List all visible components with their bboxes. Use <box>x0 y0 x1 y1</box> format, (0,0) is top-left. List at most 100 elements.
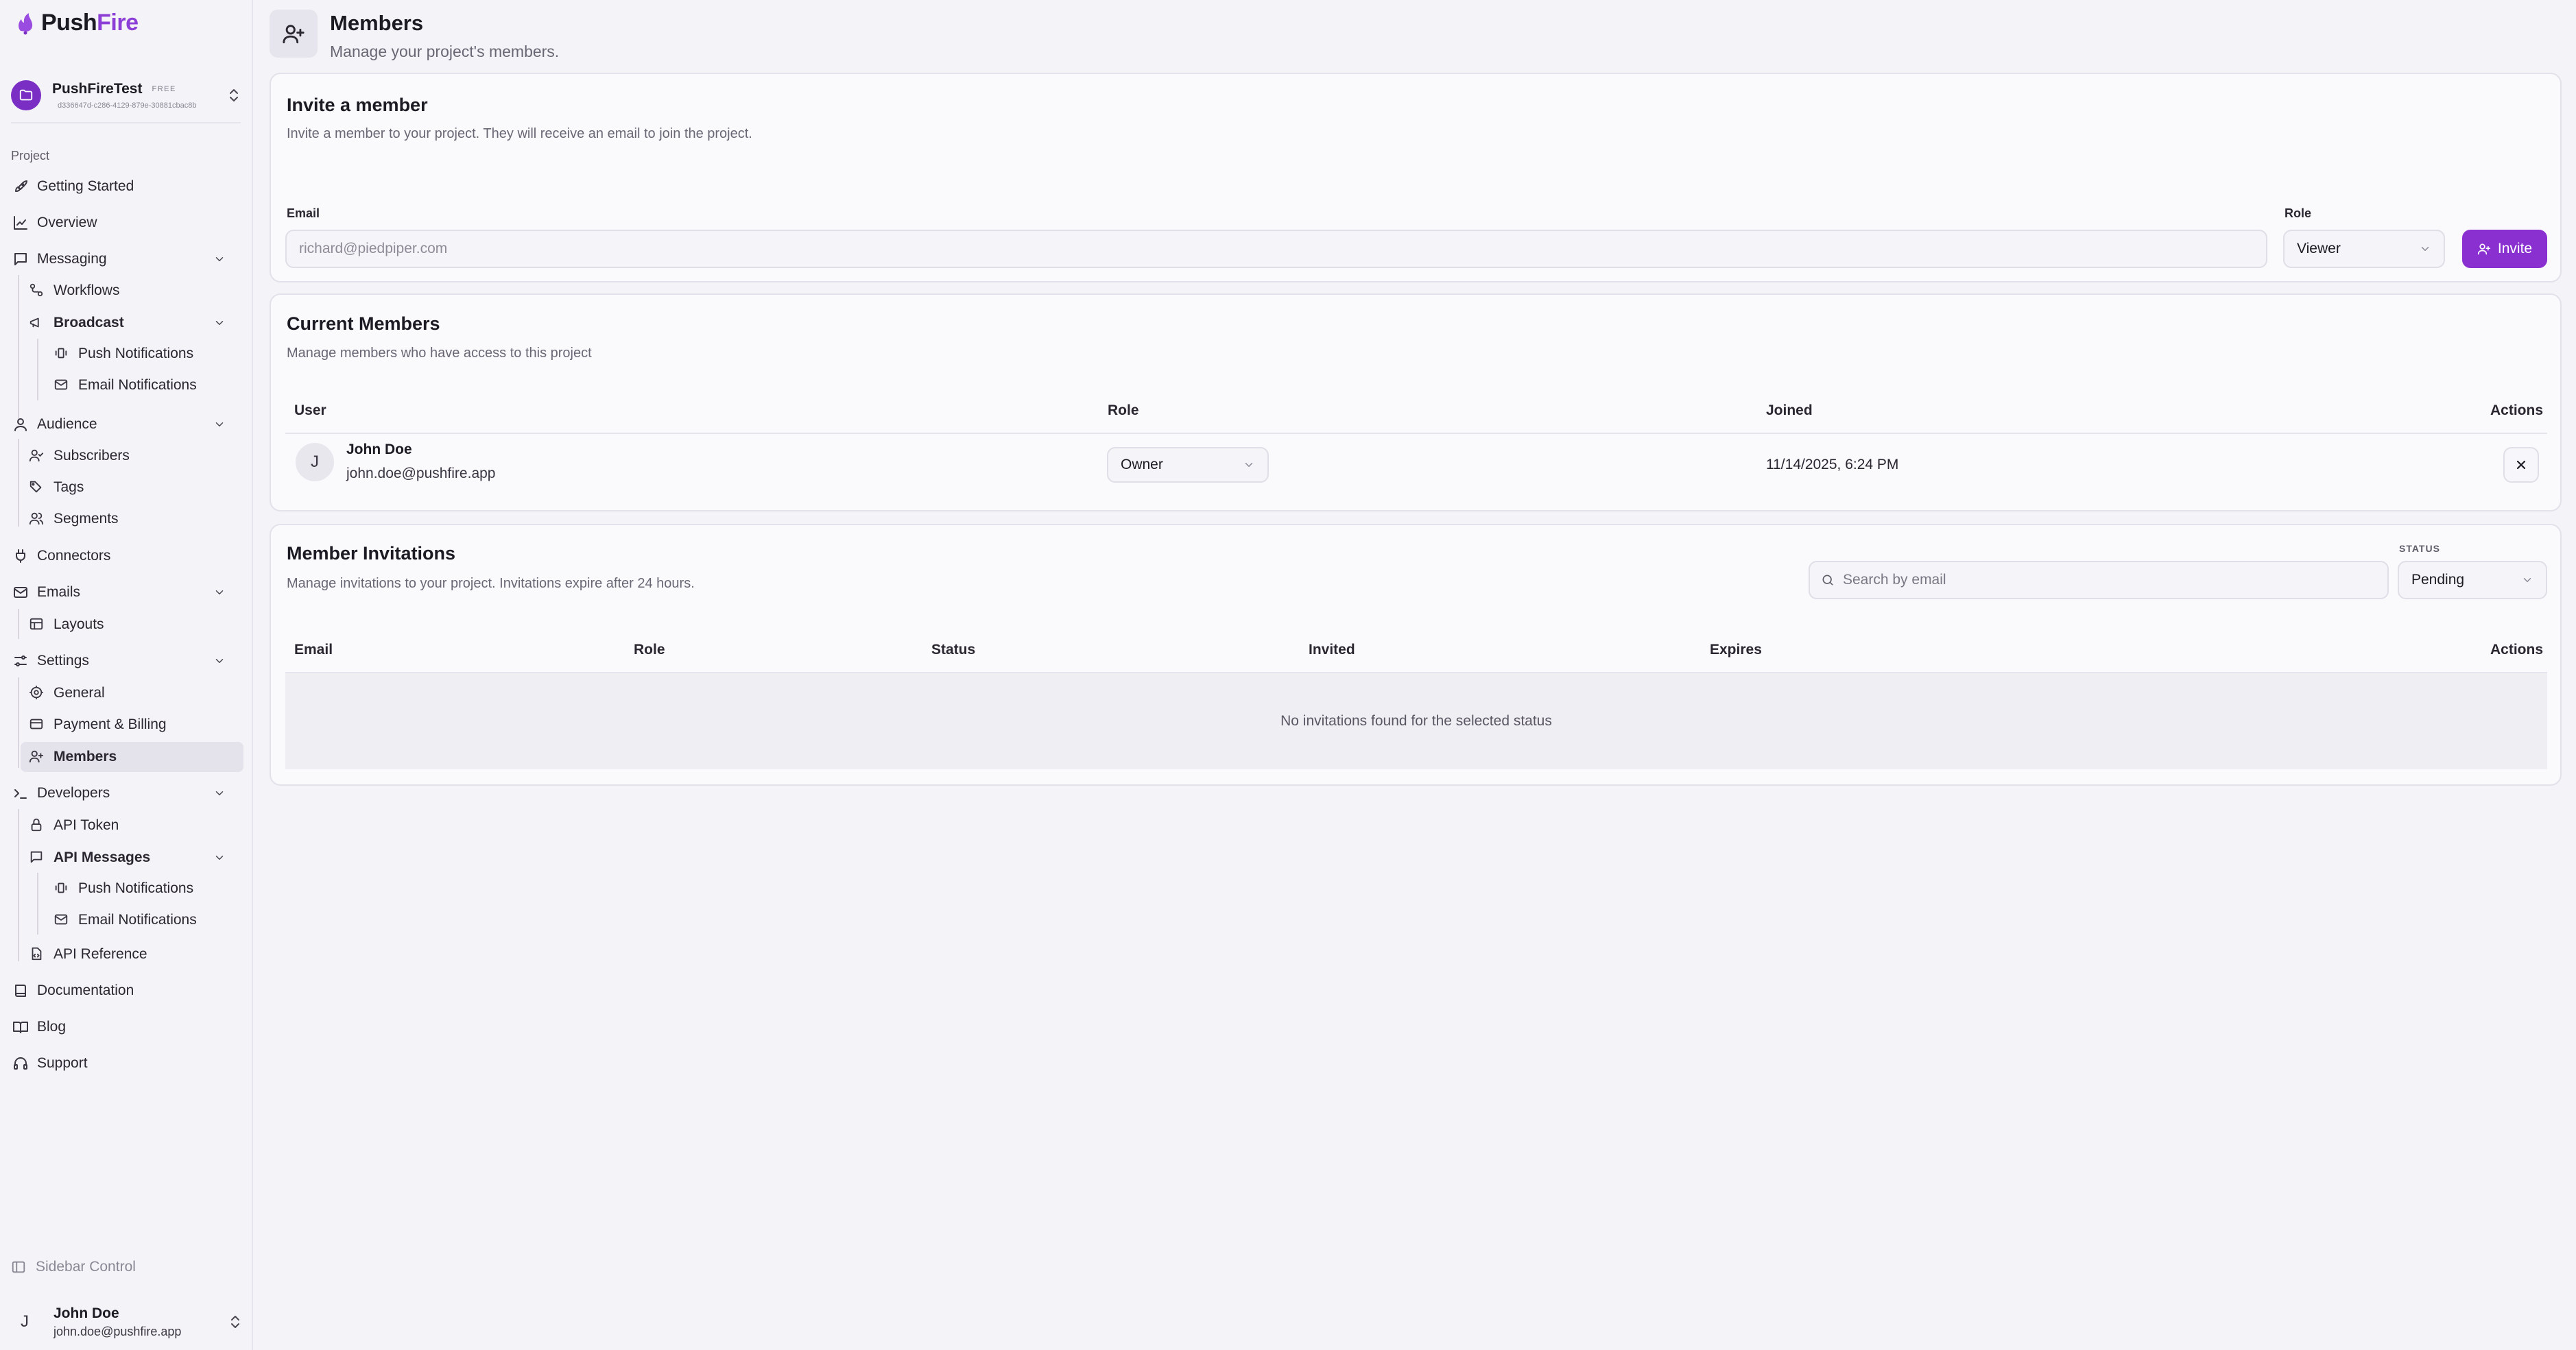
page-title: Members <box>330 11 424 35</box>
logo-text: PushFire <box>41 10 139 36</box>
sidebar-item-layouts[interactable]: Layouts <box>27 610 242 640</box>
column-header-role: Role <box>634 642 665 658</box>
user-email: john.doe@pushfire.app <box>53 1324 182 1338</box>
sidebar-item-api-push-notifications[interactable]: Push Notifications <box>53 873 242 904</box>
chevron-down-icon <box>213 253 226 265</box>
member-role-select[interactable]: Owner <box>1107 447 1269 483</box>
message-square-icon <box>12 251 29 267</box>
sidebar-item-broadcast-email-notifications[interactable]: Email Notifications <box>53 370 242 400</box>
sidebar-item-messaging[interactable]: Messaging <box>11 244 242 274</box>
column-header-invited: Invited <box>1309 642 1355 658</box>
search-icon <box>1821 573 1835 587</box>
chevrons-up-down-icon <box>227 87 241 104</box>
sidebar-item-support[interactable]: Support <box>11 1048 242 1078</box>
current-members-card: Current Members Manage members who have … <box>270 293 2562 511</box>
user-plus-icon <box>2477 242 2491 256</box>
invite-member-card: Invite a member Invite a member to your … <box>270 73 2562 282</box>
user-plus-icon <box>29 749 45 765</box>
column-header-joined: Joined <box>1766 402 1813 418</box>
mail-icon <box>53 912 70 928</box>
sidebar-item-settings[interactable]: Settings <box>11 646 242 676</box>
message-square-icon <box>29 849 45 866</box>
chevron-down-icon <box>213 852 226 864</box>
file-code-icon <box>29 946 45 963</box>
sidebar-item-broadcast-push-notifications[interactable]: Push Notifications <box>53 339 242 369</box>
sidebar-item-api-reference[interactable]: API Reference <box>27 939 242 969</box>
sliders-icon <box>12 653 29 669</box>
project-switcher[interactable]: PushFireTest FREE d336647d-c286-4129-879… <box>11 69 241 123</box>
sidebar-item-blog[interactable]: Blog <box>11 1012 242 1042</box>
user-menu[interactable]: J John Doe john.doe@pushfire.app <box>11 1299 242 1345</box>
tree-line <box>18 677 19 768</box>
invite-email-input[interactable] <box>285 230 2267 268</box>
sidebar-item-documentation[interactable]: Documentation <box>11 976 242 1006</box>
member-role-value: Owner <box>1121 457 1163 472</box>
layout-icon <box>29 616 45 633</box>
column-header-actions: Actions <box>2490 642 2544 658</box>
invite-role-select[interactable]: Viewer <box>2283 230 2445 268</box>
invitation-search-input[interactable] <box>1843 572 2353 588</box>
current-members-description: Manage members who have access to this p… <box>287 346 592 361</box>
chevron-down-icon <box>1243 459 1255 471</box>
megaphone-icon <box>29 315 45 331</box>
sidebar-item-connectors[interactable]: Connectors <box>11 541 242 571</box>
column-header-email: Email <box>294 642 333 658</box>
status-filter-value: Pending <box>2411 572 2465 588</box>
chevron-down-icon <box>213 586 226 599</box>
column-header-expires: Expires <box>1710 642 1762 658</box>
user-plus-icon <box>270 10 318 58</box>
invite-button[interactable]: Invite <box>2462 230 2547 268</box>
member-invitations-card: Member Invitations Manage invitations to… <box>270 524 2562 786</box>
chevron-down-icon <box>2419 243 2431 255</box>
tree-line <box>18 809 19 961</box>
credit-card-icon <box>29 716 45 733</box>
sidebar-item-segments[interactable]: Segments <box>27 504 242 534</box>
sidebar-item-overview[interactable]: Overview <box>11 208 242 238</box>
chevron-down-icon <box>2521 574 2533 586</box>
sidebar-item-subscribers[interactable]: Subscribers <box>27 441 242 471</box>
sidebar-item-developers[interactable]: Developers <box>11 778 242 808</box>
empty-state: No invitations found for the selected st… <box>285 673 2547 769</box>
remove-member-button[interactable] <box>2503 447 2539 483</box>
panel-left-icon <box>11 1259 26 1275</box>
sidebar-item-api-token[interactable]: API Token <box>27 810 242 841</box>
sidebar-item-api-email-notifications[interactable]: Email Notifications <box>53 905 242 935</box>
gear-icon <box>29 685 45 701</box>
sidebar-item-audience[interactable]: Audience <box>11 409 242 439</box>
avatar: J <box>21 1312 29 1331</box>
invitation-search-field[interactable] <box>1809 561 2389 599</box>
sidebar-control-toggle[interactable]: Sidebar Control <box>11 1259 136 1275</box>
sidebar: PushFire PushFireTest FREE d336647d-c286… <box>0 0 253 1350</box>
page-header: Members Manage your project's members. <box>270 10 559 61</box>
mail-icon <box>12 584 29 601</box>
sidebar-item-emails[interactable]: Emails <box>11 577 242 607</box>
invite-title: Invite a member <box>287 95 428 115</box>
lock-icon <box>29 817 45 834</box>
sidebar-item-getting-started[interactable]: Getting Started <box>11 171 242 202</box>
invite-description: Invite a member to your project. They wi… <box>287 126 752 141</box>
sidebar-item-broadcast[interactable]: Broadcast <box>27 308 242 338</box>
chevron-down-icon <box>213 418 226 431</box>
sidebar-item-workflows[interactable]: Workflows <box>27 276 242 306</box>
user-name: John Doe <box>53 1305 119 1321</box>
column-header-status: Status <box>931 642 976 658</box>
table-divider <box>285 433 2547 434</box>
folder-icon <box>11 80 41 110</box>
sidebar-control-label: Sidebar Control <box>36 1259 136 1275</box>
sidebar-item-payment-billing[interactable]: Payment & Billing <box>27 710 242 740</box>
sidebar-item-api-messages[interactable]: API Messages <box>27 843 242 873</box>
pushfire-logo[interactable]: PushFire <box>15 10 139 36</box>
member-email: john.doe@pushfire.app <box>346 466 496 481</box>
column-header-user: User <box>294 402 326 418</box>
tree-line <box>18 439 19 527</box>
sidebar-item-tags[interactable]: Tags <box>27 472 242 503</box>
tags-icon <box>29 479 45 496</box>
chevron-down-icon <box>213 655 226 667</box>
avatar: J <box>296 443 334 481</box>
sidebar-item-general[interactable]: General <box>27 678 242 708</box>
plug-icon <box>12 548 29 564</box>
sidebar-item-members[interactable]: Members <box>21 742 243 772</box>
status-filter-select[interactable]: Pending <box>2398 561 2547 599</box>
chevron-down-icon <box>213 317 226 329</box>
user-icon <box>12 416 29 433</box>
